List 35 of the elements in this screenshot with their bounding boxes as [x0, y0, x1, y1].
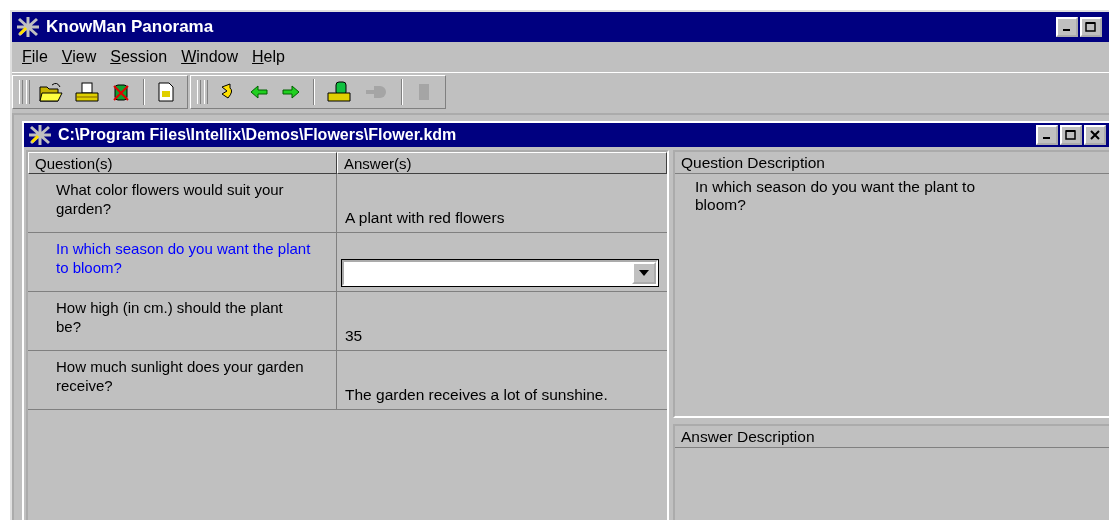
panel-heading: Question Description	[675, 152, 1109, 174]
column-header[interactable]: Answer(s)	[337, 152, 667, 174]
close-button[interactable]	[1084, 125, 1106, 145]
column-header[interactable]: Question(s)	[28, 152, 337, 174]
question-cell[interactable]: How high (in cm.) should the plant be?	[28, 292, 337, 350]
answer-cell: The garden receives a lot of sunshine.	[345, 386, 608, 404]
question-cell[interactable]: What color flowers would suit your garden?	[28, 174, 337, 232]
question-cell[interactable]: In which season do you want the plant to bloom?	[28, 233, 337, 291]
answer-cell: 35	[345, 327, 363, 345]
maximize-icon[interactable]	[1085, 22, 1097, 32]
minimize-button[interactable]	[1056, 17, 1078, 37]
database-folder-icon[interactable]	[326, 81, 354, 103]
window-title: KnowMan Panorama	[46, 17, 215, 37]
printer-icon[interactable]	[74, 81, 100, 103]
menu-item[interactable]: Session	[110, 48, 168, 66]
dropdown-arrow-icon[interactable]	[639, 270, 649, 276]
app-logo-icon	[16, 16, 40, 38]
question-cell[interactable]: How much sunlight does your garden receive?	[28, 351, 337, 409]
maximize-icon[interactable]	[1065, 130, 1077, 140]
menu-item[interactable]: File	[22, 48, 48, 66]
maximize-button[interactable]	[1080, 17, 1102, 37]
document-icon[interactable]	[156, 81, 176, 103]
app-logo-icon	[28, 124, 52, 146]
minimize-button[interactable]	[1036, 125, 1058, 145]
menu-item[interactable]: Window	[181, 48, 239, 66]
open-folder-icon[interactable]	[38, 81, 64, 103]
panel-heading: Answer Description	[675, 426, 1109, 448]
database-cross-icon[interactable]	[110, 81, 132, 103]
menu-item[interactable]: View	[61, 48, 97, 66]
menu-item[interactable]: Help	[252, 48, 285, 66]
document-title: C:\Program Files\Intellix\Demos\Flowers\Flower.kdm	[58, 126, 458, 144]
close-icon[interactable]	[1089, 130, 1101, 140]
description-text: In which season do you want the plant to bloom?	[694, 177, 977, 215]
answer-cell: A plant with red flowers	[345, 209, 505, 227]
maximize-button[interactable]	[1060, 125, 1082, 145]
